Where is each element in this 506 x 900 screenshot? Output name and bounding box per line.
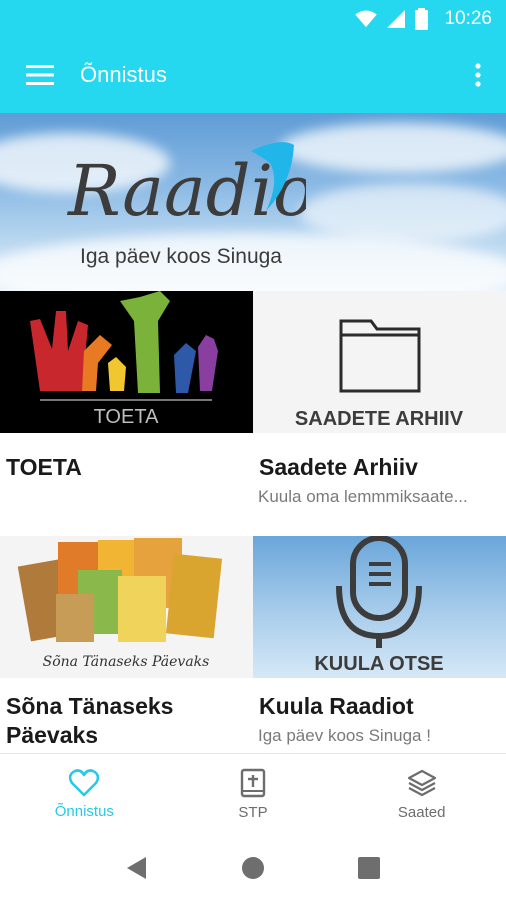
nav-item-saated[interactable]: Saated <box>337 754 506 835</box>
app-bar: Õnnistus <box>0 37 506 113</box>
card-title: Kuula Raadiot <box>259 693 414 719</box>
home-icon[interactable] <box>241 856 265 880</box>
system-navigation-bar <box>0 835 506 900</box>
hamburger-menu-button[interactable] <box>0 37 80 113</box>
book-covers-illustration: Sõna Tänaseks Päevaks <box>17 538 223 670</box>
card-title: TOETA <box>6 454 82 480</box>
hamburger-menu-icon <box>26 65 54 85</box>
nav-label: Saated <box>397 804 446 821</box>
card-image-stp: Sõna Tänaseks Päevaks <box>0 536 253 678</box>
page-title: Õnnistus <box>80 62 167 87</box>
card-title: Saadete Arhiiv <box>259 454 418 480</box>
battery-icon <box>415 7 429 30</box>
card-toeta[interactable]: TOETA TOETA <box>0 291 253 482</box>
more-options-button[interactable] <box>450 37 506 113</box>
card-subtitle: Kuula oma lemmmiksaate... <box>258 487 468 506</box>
back-icon[interactable] <box>126 856 148 880</box>
card-sona-tanaseks-paevaks[interactable]: Sõna Tänaseks Päevaks Sõna Tänaseks Päev… <box>0 536 253 750</box>
bottom-navigation: Õnnistus STP Saated <box>0 753 506 835</box>
card-title: Sõna Tänaseks Päevaks <box>6 693 174 748</box>
card-image-toeta: TOETA <box>0 291 253 433</box>
card-image-kuula-otse: KUULA OTSE <box>253 536 506 678</box>
raised-hands-illustration: TOETA <box>30 291 218 428</box>
recents-icon[interactable] <box>357 856 380 879</box>
image-caption: KUULA OTSE <box>314 653 443 675</box>
banner-tagline: Iga päev koos Sinuga <box>80 245 282 268</box>
folder-icon: SAADETE ARHIIV <box>295 319 464 430</box>
signal-icon <box>387 9 406 28</box>
more-vertical-icon <box>475 63 481 87</box>
header-banner: Raadio Iga päev koos Sinuga <box>0 113 506 291</box>
wifi-icon <box>355 9 378 27</box>
card-image-arhiiv: SAADETE ARHIIV <box>253 291 506 433</box>
image-caption: SAADETE ARHIIV <box>295 408 464 430</box>
nav-item-onnistus[interactable]: Õnnistus <box>0 754 169 835</box>
bible-icon <box>240 768 266 798</box>
image-caption: TOETA <box>94 406 159 428</box>
card-subtitle: Iga päev koos Sinuga ! <box>258 726 431 745</box>
card-saadete-arhiiv[interactable]: SAADETE ARHIIV Saadete Arhiiv Kuula oma … <box>253 291 506 507</box>
card-kuula-raadiot[interactable]: KUULA OTSE Kuula Raadiot Iga päev koos S… <box>253 536 506 746</box>
heart-icon <box>69 769 100 797</box>
nav-label: Õnnistus <box>54 803 114 820</box>
raadio-logo: Raadio <box>66 142 306 232</box>
nav-label: STP <box>238 804 268 821</box>
nav-item-stp[interactable]: STP <box>169 754 338 835</box>
microphone-icon: KUULA OTSE <box>314 536 444 675</box>
status-time: 10:26 <box>444 7 492 29</box>
image-caption: Sõna Tänaseks Päevaks <box>43 654 210 670</box>
layers-icon <box>407 769 436 797</box>
status-bar: 10:26 <box>0 0 506 37</box>
